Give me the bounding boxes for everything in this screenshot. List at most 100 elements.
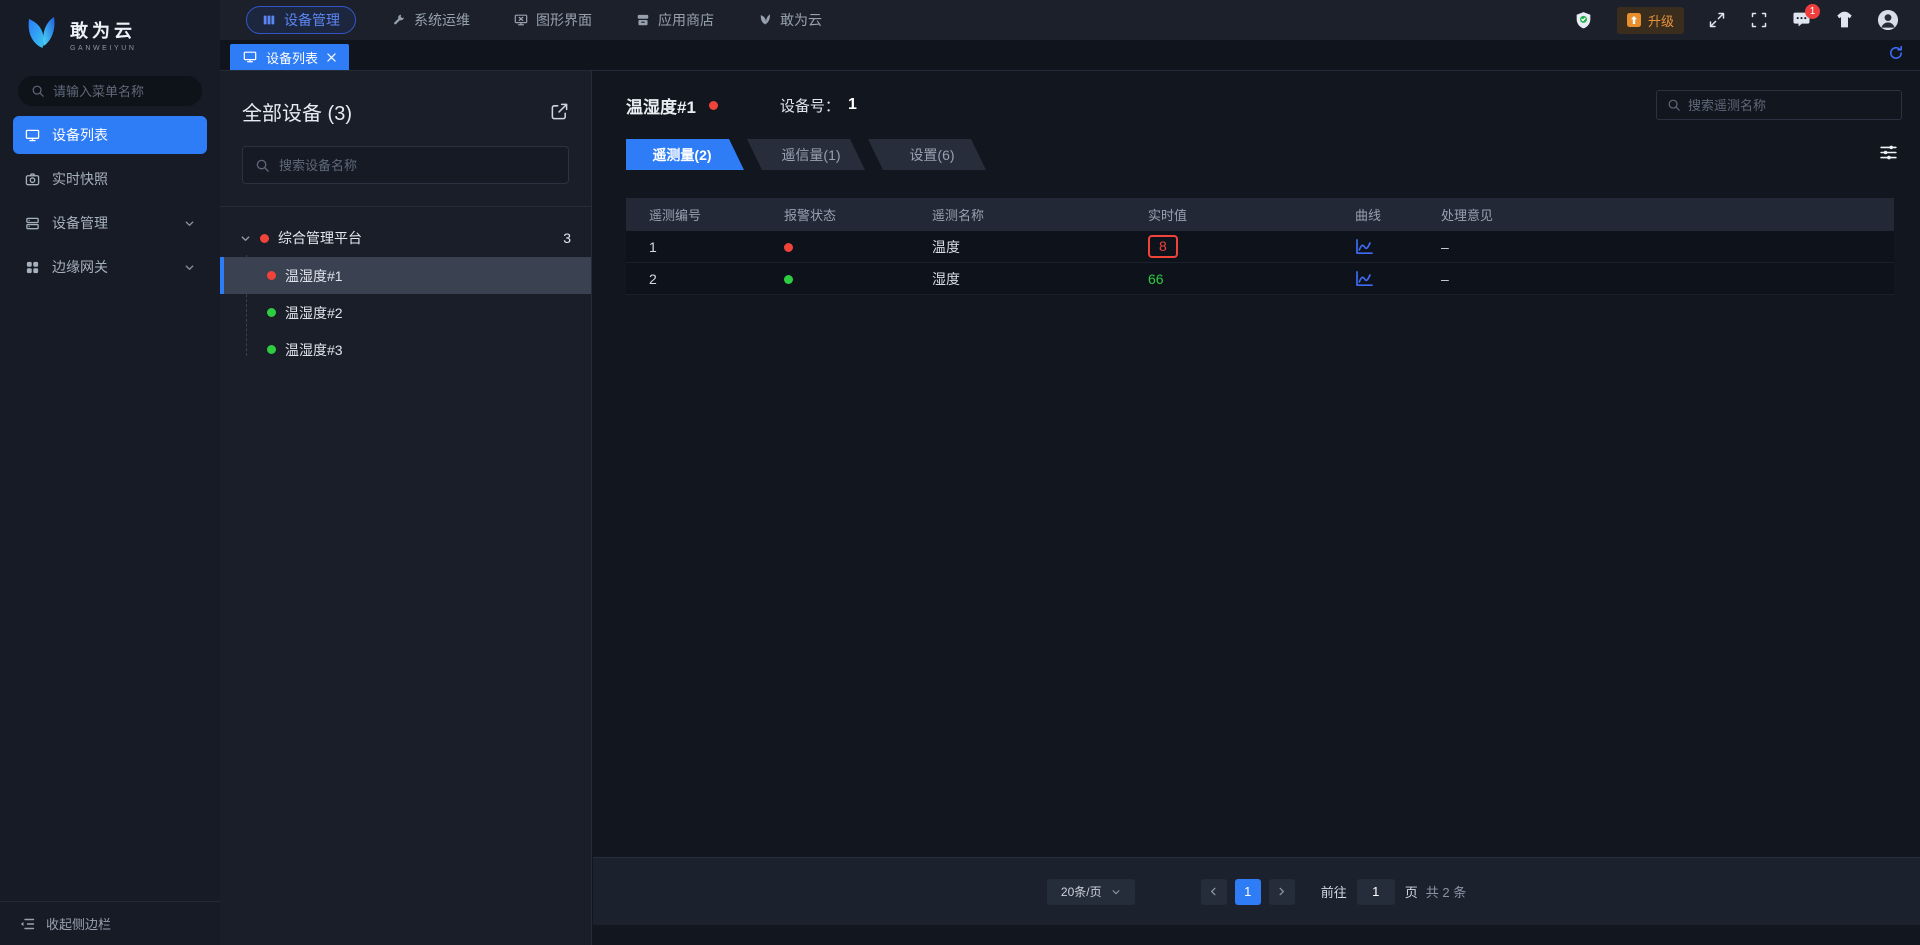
messages-icon[interactable]: 1 xyxy=(1792,11,1811,29)
status-dot-red xyxy=(260,234,269,243)
sidebar-item-label: 实时快照 xyxy=(52,169,108,189)
tree-node-root[interactable]: 综合管理平台 3 xyxy=(220,219,591,257)
monitor-icon xyxy=(25,128,40,143)
topbar-actions: 升级 1 xyxy=(1574,7,1920,34)
theme-shirt-icon[interactable] xyxy=(1835,11,1854,29)
wrench-icon xyxy=(392,13,406,27)
curve-chart-icon[interactable] xyxy=(1355,270,1375,287)
status-dot-red xyxy=(709,101,718,110)
col-header: 遥测名称 xyxy=(932,205,1148,224)
collapse-icon xyxy=(19,917,35,931)
sidebar-item-snapshot[interactable]: 实时快照 xyxy=(13,160,207,198)
total-count-label: 共 2 条 xyxy=(1426,882,1466,901)
sidebar-item-label: 设备管理 xyxy=(52,213,108,233)
server-icon xyxy=(25,216,40,231)
logo: 敢为云 GANWEIYUN xyxy=(0,0,220,66)
butterfly-icon xyxy=(758,13,772,27)
sidebar-menu: 设备列表 实时快照 设备管理 xyxy=(0,116,220,286)
sidebar-item-edge-gateway[interactable]: 边缘网关 xyxy=(13,248,207,286)
page-number-current[interactable]: 1 xyxy=(1235,879,1261,905)
cell-name: 温度 xyxy=(932,237,1148,257)
detail-tabs: 遥测量(2) 遥信量(1) 设置(6) xyxy=(626,139,1894,170)
table-row[interactable]: 2 湿度 66 – xyxy=(626,263,1894,295)
curve-chart-icon[interactable] xyxy=(1355,238,1375,255)
grid-icon xyxy=(25,260,40,275)
search-icon xyxy=(31,84,45,98)
fullscreen-icon[interactable] xyxy=(1708,11,1726,29)
nav-label: 设备管理 xyxy=(284,10,340,30)
nav-label: 图形界面 xyxy=(536,10,592,30)
tab-strip: 设备列表 xyxy=(220,40,1920,71)
sidebar-item-label: 边缘网关 xyxy=(52,257,108,277)
col-header: 曲线 xyxy=(1355,205,1441,224)
page-size-select[interactable]: 20条/页 xyxy=(1047,879,1135,905)
device-no-value: 1 xyxy=(848,96,857,114)
app-root: 设备管理 系统运维 图形界面 应用商店 xyxy=(0,0,1920,945)
column-filter-icon[interactable] xyxy=(1879,143,1898,162)
monitor-x-icon xyxy=(514,13,528,27)
nav-label: 敢为云 xyxy=(780,10,822,30)
logo-subtitle: GANWEIYUN xyxy=(70,45,137,52)
nav-graphic-ui[interactable]: 图形界面 xyxy=(514,10,592,30)
main-header: 温湿度#1 设备号： 1 xyxy=(593,71,1920,133)
tab-telemetry[interactable]: 遥测量(2) xyxy=(626,139,744,170)
tree-node-count: 3 xyxy=(563,230,571,246)
tree-node-device-3[interactable]: 温湿度#3 xyxy=(220,331,591,368)
columns-icon xyxy=(262,13,276,27)
search-icon xyxy=(255,158,270,173)
security-shield-icon[interactable] xyxy=(1574,11,1593,30)
cell-value-alarm: 8 xyxy=(1148,235,1178,258)
device-search-input[interactable] xyxy=(279,158,556,173)
nav-app-store[interactable]: 应用商店 xyxy=(636,10,714,30)
telemetry-table: 遥测编号 报警状态 遥测名称 实时值 曲线 处理意见 1 温度 8 – 2 xyxy=(626,198,1894,295)
tree-node-device-1[interactable]: 温湿度#1 xyxy=(220,257,591,294)
menu-search-input[interactable] xyxy=(53,84,189,99)
tab-settings[interactable]: 设置(6) xyxy=(868,139,986,170)
page-unit-label: 页 xyxy=(1405,882,1418,901)
frame-capture-icon[interactable] xyxy=(1750,11,1768,29)
cell-opinion: – xyxy=(1441,239,1894,255)
store-icon xyxy=(636,13,650,27)
telemetry-search-input[interactable] xyxy=(1688,98,1891,113)
nav-device-management[interactable]: 设备管理 xyxy=(246,6,356,34)
refresh-icon[interactable] xyxy=(1888,45,1904,61)
close-icon[interactable] xyxy=(327,53,336,62)
table-row[interactable]: 1 温度 8 – xyxy=(626,231,1894,263)
menu-search[interactable] xyxy=(18,76,202,106)
search-icon xyxy=(1667,98,1681,112)
device-panel-title: 全部设备 (3) xyxy=(242,97,352,126)
col-header: 实时值 xyxy=(1148,205,1355,224)
telemetry-search[interactable] xyxy=(1656,90,1902,120)
status-dot-green xyxy=(267,308,276,317)
tree-node-label: 综合管理平台 xyxy=(278,228,554,248)
prev-page-button[interactable] xyxy=(1201,879,1227,905)
tree-node-device-2[interactable]: 温湿度#2 xyxy=(220,294,591,331)
upgrade-button[interactable]: 升级 xyxy=(1617,7,1684,34)
collapse-sidebar-button[interactable]: 收起侧边栏 xyxy=(0,901,220,945)
nav-system-ops[interactable]: 系统运维 xyxy=(392,10,470,30)
sidebar-item-device-management[interactable]: 设备管理 xyxy=(13,204,207,242)
device-name: 温湿度#1 xyxy=(626,93,696,118)
tab-telesignal[interactable]: 遥信量(1) xyxy=(747,139,865,170)
pagination-bar: 20条/页 1 前往 页 共 2 条 xyxy=(593,857,1920,925)
device-search[interactable] xyxy=(242,146,569,184)
device-no-label: 设备号： xyxy=(780,95,840,116)
camera-icon xyxy=(25,172,40,187)
col-header: 报警状态 xyxy=(784,205,932,224)
goto-page-input[interactable] xyxy=(1357,879,1395,905)
nav-ganweiyun[interactable]: 敢为云 xyxy=(758,10,822,30)
open-page-tab[interactable]: 设备列表 xyxy=(230,44,349,70)
external-link-icon[interactable] xyxy=(550,102,569,121)
sidebar-item-device-list[interactable]: 设备列表 xyxy=(13,116,207,154)
chevron-down-icon xyxy=(184,262,195,273)
col-header: 处理意见 xyxy=(1441,205,1894,224)
chevron-down-icon[interactable] xyxy=(240,233,251,244)
chevron-down-icon xyxy=(1111,887,1121,897)
avatar[interactable] xyxy=(1878,10,1898,30)
goto-label: 前往 xyxy=(1321,882,1347,901)
logo-title: 敢为云 xyxy=(70,17,137,43)
tree-node-label: 温湿度#1 xyxy=(285,266,343,286)
col-header: 遥测编号 xyxy=(649,205,784,224)
cell-value-ok: 66 xyxy=(1148,271,1355,287)
next-page-button[interactable] xyxy=(1269,879,1295,905)
